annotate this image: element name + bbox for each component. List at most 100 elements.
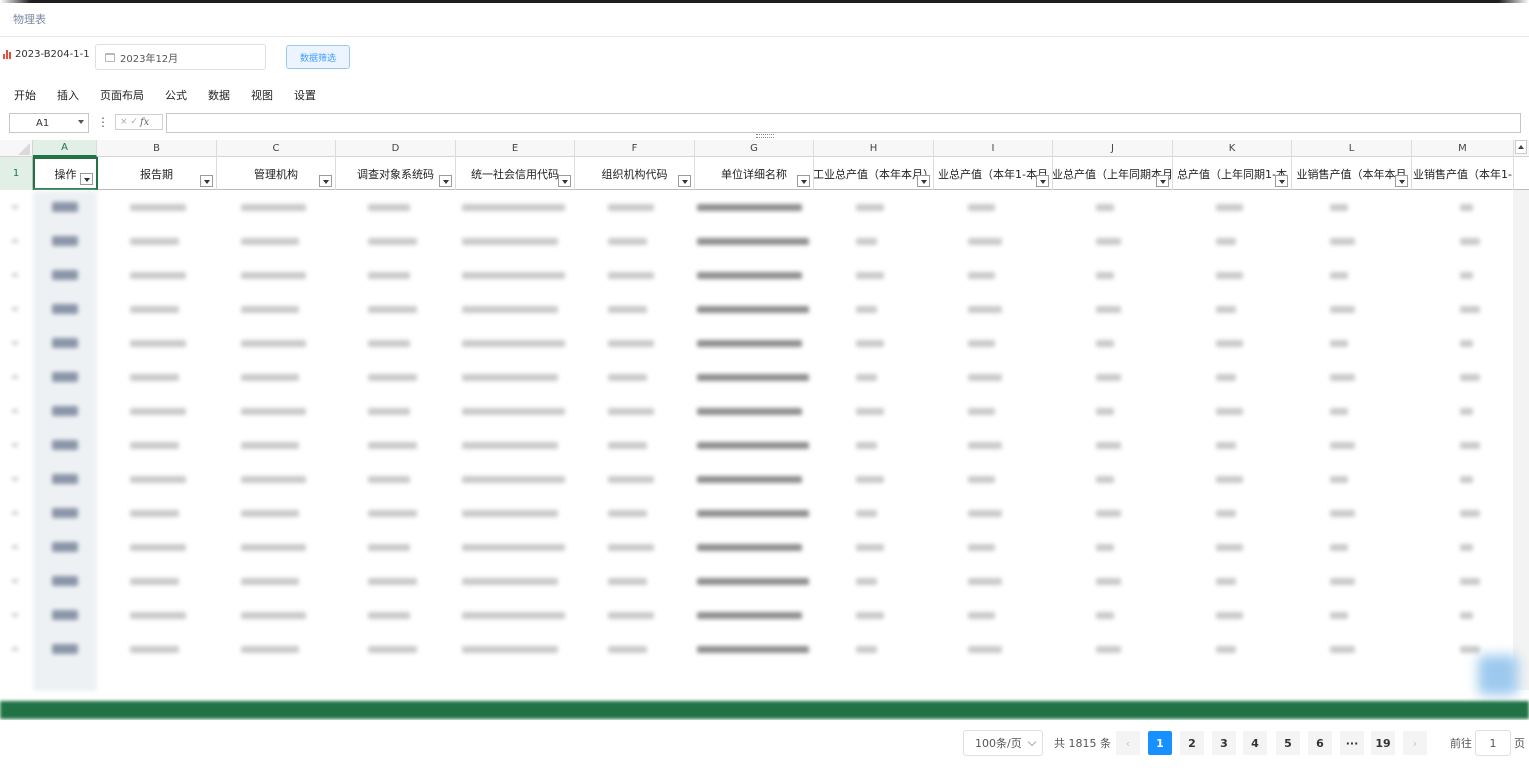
page-size-select[interactable]: 100条/页: [963, 730, 1043, 756]
column-letter[interactable]: B: [97, 140, 217, 157]
column-letter[interactable]: M: [1412, 140, 1514, 157]
formula-controls[interactable]: × ✓ fx: [115, 114, 163, 130]
operation-button[interactable]: [52, 304, 78, 314]
table-row[interactable]: [0, 599, 1514, 632]
header-label: 业销售产值（本年1-: [1413, 167, 1512, 181]
header-cell-operation[interactable]: 操作: [33, 157, 98, 190]
table-row[interactable]: [0, 361, 1514, 394]
header-cell[interactable]: 工业总产值（本年本月）: [814, 157, 934, 190]
column-letter[interactable]: E: [456, 140, 575, 157]
table-row[interactable]: [0, 463, 1514, 496]
filter-dropdown-icon[interactable]: [439, 175, 452, 187]
column-letter[interactable]: G: [695, 140, 814, 157]
page-button[interactable]: 3: [1212, 731, 1236, 755]
cell-name-box[interactable]: A1: [9, 113, 89, 133]
table-row[interactable]: [0, 327, 1514, 360]
header-cell[interactable]: 调查对象系统码: [336, 157, 456, 190]
menu-insert[interactable]: 插入: [57, 87, 79, 103]
header-cell[interactable]: 管理机构: [217, 157, 336, 190]
data-filter-button[interactable]: 数据筛选: [286, 45, 350, 69]
column-letter[interactable]: K: [1173, 140, 1292, 157]
column-letter[interactable]: C: [217, 140, 336, 157]
column-letter[interactable]: F: [575, 140, 695, 157]
operation-button[interactable]: [52, 406, 78, 416]
page-button[interactable]: 5: [1276, 731, 1300, 755]
row-number[interactable]: 1: [0, 157, 33, 190]
page-button[interactable]: 19: [1371, 731, 1395, 755]
menu-settings[interactable]: 设置: [294, 87, 316, 103]
table-row[interactable]: [0, 293, 1514, 326]
select-all-corner[interactable]: [0, 140, 33, 157]
report-selector[interactable]: 2023-B204-1-1: [3, 49, 90, 60]
operation-button[interactable]: [52, 610, 78, 620]
column-letter[interactable]: D: [336, 140, 456, 157]
header-cell[interactable]: 业总产值（本年1-本月: [934, 157, 1053, 190]
header-cell[interactable]: 统一社会信用代码: [456, 157, 575, 190]
operation-button[interactable]: [52, 576, 78, 586]
scroll-up-button[interactable]: [1515, 140, 1527, 154]
operation-button[interactable]: [52, 474, 78, 484]
page-button[interactable]: 1: [1148, 731, 1172, 755]
header-cell[interactable]: 报告期: [97, 157, 217, 190]
filter-dropdown-icon[interactable]: [1156, 175, 1169, 187]
floating-action-button[interactable]: [1478, 655, 1518, 695]
table-row[interactable]: [0, 225, 1514, 258]
menu-formula[interactable]: 公式: [165, 87, 187, 103]
menu-view[interactable]: 视图: [251, 87, 273, 103]
next-page-button[interactable]: ›: [1403, 731, 1427, 755]
operation-button[interactable]: [52, 338, 78, 348]
column-letter[interactable]: H: [814, 140, 934, 157]
filter-dropdown-icon[interactable]: [1036, 175, 1049, 187]
column-letter[interactable]: L: [1292, 140, 1412, 157]
filter-dropdown-icon[interactable]: [80, 173, 93, 185]
menu-start[interactable]: 开始: [14, 87, 36, 103]
filter-dropdown-icon[interactable]: [200, 175, 213, 187]
table-row[interactable]: [0, 395, 1514, 428]
header-cell[interactable]: 单位详细名称: [695, 157, 814, 190]
table-row[interactable]: [0, 633, 1514, 666]
resize-handle[interactable]: [756, 134, 774, 138]
page-button[interactable]: 6: [1308, 731, 1332, 755]
table-row[interactable]: [0, 259, 1514, 292]
operation-button[interactable]: [52, 270, 78, 280]
prev-page-button[interactable]: ‹: [1116, 731, 1140, 755]
operation-button[interactable]: [52, 202, 78, 212]
operation-button[interactable]: [52, 508, 78, 518]
menu-page-layout[interactable]: 页面布局: [100, 87, 144, 103]
sheet-tab-bar[interactable]: [0, 701, 1529, 719]
column-letter[interactable]: I: [934, 140, 1053, 157]
period-picker[interactable]: 2023年12月: [95, 44, 266, 70]
filter-dropdown-icon[interactable]: [797, 175, 810, 187]
table-row[interactable]: [0, 191, 1514, 224]
table-row[interactable]: [0, 565, 1514, 598]
filter-dropdown-icon[interactable]: [558, 175, 571, 187]
more-options-icon[interactable]: ⋮: [97, 115, 109, 129]
formula-input[interactable]: [166, 113, 1521, 133]
header-cell[interactable]: 业销售产值（本年本月: [1292, 157, 1412, 190]
operation-button[interactable]: [52, 542, 78, 552]
table-row[interactable]: [0, 429, 1514, 462]
header-cell[interactable]: 总产值（上年同期1-本: [1173, 157, 1292, 190]
column-letter[interactable]: J: [1053, 140, 1173, 157]
header-cell[interactable]: 业总产值（上年同期本月: [1053, 157, 1173, 190]
filter-dropdown-icon[interactable]: [319, 175, 332, 187]
filter-dropdown-icon[interactable]: [1395, 175, 1408, 187]
filter-dropdown-icon[interactable]: [917, 175, 930, 187]
table-row[interactable]: [0, 497, 1514, 530]
column-letter[interactable]: A: [33, 140, 97, 157]
table-row[interactable]: [0, 531, 1514, 564]
operation-button[interactable]: [52, 236, 78, 246]
filter-dropdown-icon[interactable]: [678, 175, 691, 187]
more-pages-button[interactable]: ···: [1340, 731, 1364, 755]
header-cell[interactable]: 组织机构代码: [575, 157, 695, 190]
header-cell[interactable]: 业销售产值（本年1-: [1412, 157, 1514, 190]
page-button[interactable]: 2: [1180, 731, 1204, 755]
operation-button[interactable]: [52, 440, 78, 450]
page-button[interactable]: 4: [1243, 731, 1267, 755]
operation-button[interactable]: [52, 644, 78, 654]
goto-page-input[interactable]: 1: [1475, 730, 1511, 756]
operation-button[interactable]: [52, 372, 78, 382]
vertical-scrollbar[interactable]: [1513, 190, 1529, 690]
filter-dropdown-icon[interactable]: [1275, 175, 1288, 187]
menu-data[interactable]: 数据: [208, 87, 230, 103]
